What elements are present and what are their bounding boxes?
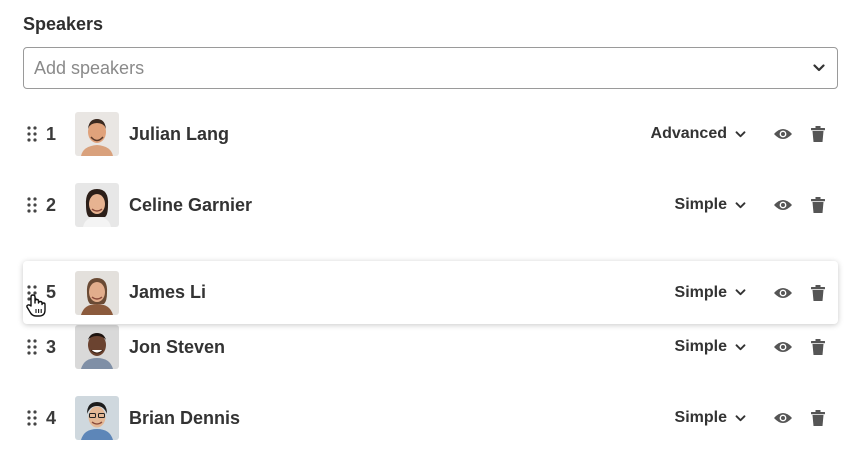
speaker-row[interactable]: 1 Julian Lang Advanced xyxy=(23,106,838,162)
avatar xyxy=(75,183,119,227)
chevron-down-icon xyxy=(735,343,746,350)
drag-handle-icon[interactable] xyxy=(27,197,37,213)
chevron-down-icon xyxy=(735,414,746,421)
avatar xyxy=(75,112,119,156)
eye-icon[interactable] xyxy=(773,411,793,425)
mode-dropdown[interactable]: Simple xyxy=(675,284,746,302)
eye-icon[interactable] xyxy=(773,198,793,212)
drag-handle-icon[interactable] xyxy=(27,339,37,355)
mode-label: Simple xyxy=(674,196,727,213)
avatar xyxy=(75,396,119,440)
speaker-order: 5 xyxy=(46,282,57,302)
trash-icon[interactable] xyxy=(811,126,825,142)
drag-handle-icon[interactable] xyxy=(27,126,37,142)
avatar xyxy=(75,325,119,369)
eye-icon[interactable] xyxy=(773,127,793,141)
mode-dropdown[interactable]: Simple xyxy=(675,409,746,427)
trash-icon[interactable] xyxy=(811,339,825,355)
speaker-order: 3 xyxy=(46,336,57,357)
trash-icon[interactable] xyxy=(811,410,825,426)
speaker-row[interactable]: 3 Jon Steven Simple xyxy=(23,319,838,375)
mode-label: Advanced xyxy=(650,125,727,142)
eye-icon[interactable] xyxy=(773,286,793,300)
mode-label: Simple xyxy=(674,338,727,355)
drag-handle-icon[interactable] xyxy=(27,410,37,426)
speaker-name: Celine Garnier xyxy=(129,194,253,215)
mode-dropdown[interactable]: Advanced xyxy=(651,125,746,143)
chevron-down-icon xyxy=(735,289,746,296)
speaker-order: 2 xyxy=(46,194,57,215)
trash-icon[interactable] xyxy=(811,284,825,301)
speaker-name: Jon Steven xyxy=(129,336,226,357)
grab-hand-cursor-icon xyxy=(26,294,46,317)
speaker-name: Brian Dennis xyxy=(129,407,241,428)
add-speakers-select[interactable]: Add speakers xyxy=(23,47,838,89)
speaker-row-dragging[interactable]: 5 James Li Simple xyxy=(23,261,838,324)
eye-icon[interactable] xyxy=(773,340,793,354)
section-title: Speakers xyxy=(23,14,104,34)
speaker-order: 1 xyxy=(46,123,57,144)
add-speakers-placeholder: Add speakers xyxy=(34,57,145,78)
chevron-down-icon xyxy=(735,201,746,208)
mode-dropdown[interactable]: Simple xyxy=(675,196,746,214)
mode-dropdown[interactable]: Simple xyxy=(675,338,746,356)
speaker-name: James Li xyxy=(129,282,207,302)
mode-label: Simple xyxy=(674,283,727,301)
trash-icon[interactable] xyxy=(811,197,825,213)
speaker-order: 4 xyxy=(46,407,57,428)
speaker-name: Julian Lang xyxy=(129,123,230,144)
avatar xyxy=(75,270,119,315)
speaker-row[interactable]: 2 Celine Garnier Simple xyxy=(23,177,838,233)
speaker-row[interactable]: 4 Brian Dennis Simple xyxy=(23,390,838,446)
chevron-down-icon xyxy=(813,64,825,72)
mode-label: Simple xyxy=(674,409,727,426)
chevron-down-icon xyxy=(735,130,746,137)
